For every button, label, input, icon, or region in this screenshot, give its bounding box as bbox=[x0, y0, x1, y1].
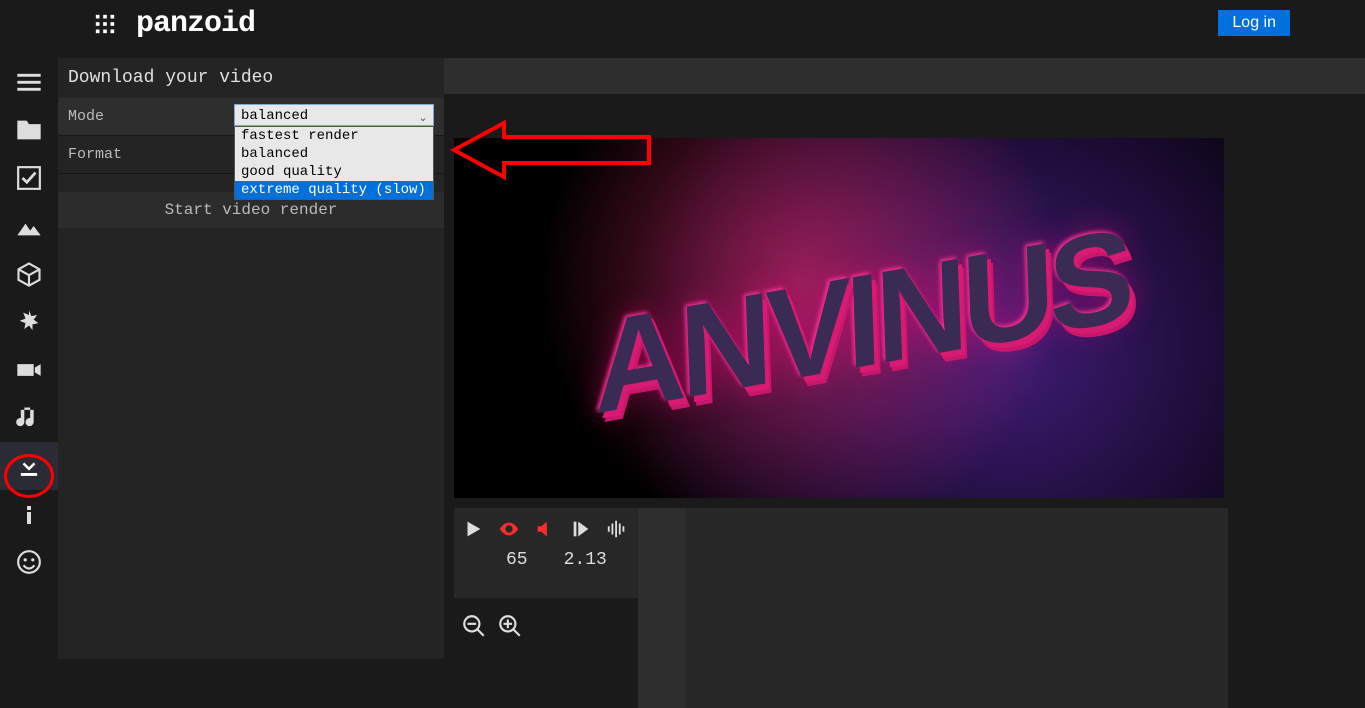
eye-icon[interactable] bbox=[496, 516, 522, 542]
chevron-down-icon: ⌄ bbox=[416, 108, 430, 122]
mode-option-extreme[interactable]: extreme quality (slow) bbox=[235, 181, 433, 199]
mode-select[interactable]: balanced ⌄ bbox=[234, 104, 434, 126]
mode-select-options: fastest render balanced good quality ext… bbox=[234, 126, 434, 200]
apps-grid-icon[interactable] bbox=[90, 9, 120, 39]
preview-viewport: ANVINUS bbox=[454, 138, 1224, 498]
smile-icon[interactable] bbox=[0, 538, 58, 586]
mode-option-fastest[interactable]: fastest render bbox=[235, 127, 433, 145]
preview-header-bar bbox=[444, 58, 1365, 94]
menu-icon[interactable] bbox=[0, 58, 58, 106]
camera-icon[interactable] bbox=[0, 346, 58, 394]
preview-3d-text: ANVINUS bbox=[591, 198, 1131, 444]
zoom-out-icon[interactable] bbox=[460, 612, 488, 640]
timeline[interactable] bbox=[638, 508, 1228, 708]
panel-title: Download your video bbox=[58, 58, 444, 98]
main-area: ANVINUS 65 2.13 bbox=[444, 58, 1365, 659]
preview-render: ANVINUS bbox=[454, 138, 1224, 498]
mode-option-balanced[interactable]: balanced bbox=[235, 145, 433, 163]
top-bar: panzoid Log in bbox=[0, 0, 1365, 48]
cube-icon[interactable] bbox=[0, 250, 58, 298]
mode-label: Mode bbox=[58, 108, 104, 125]
left-toolbar bbox=[0, 58, 58, 659]
mode-select-value: balanced bbox=[241, 108, 308, 124]
play-icon[interactable] bbox=[460, 516, 486, 542]
download-icon[interactable] bbox=[0, 442, 58, 490]
download-panel: Download your video Mode balanced ⌄ fast… bbox=[58, 58, 444, 659]
format-label: Format bbox=[58, 146, 122, 163]
image-icon[interactable] bbox=[0, 202, 58, 250]
step-forward-icon[interactable] bbox=[568, 516, 594, 542]
login-button[interactable]: Log in bbox=[1218, 10, 1290, 36]
timeline-segment-active bbox=[638, 508, 685, 708]
mode-option-good[interactable]: good quality bbox=[235, 163, 433, 181]
music-icon[interactable] bbox=[0, 394, 58, 442]
info-icon[interactable] bbox=[0, 490, 58, 538]
checkbox-icon[interactable] bbox=[0, 154, 58, 202]
timeline-segment-rest bbox=[685, 508, 1228, 708]
logo-text: panzoid bbox=[136, 7, 255, 41]
speaker-icon[interactable] bbox=[532, 516, 558, 542]
waveform-icon[interactable] bbox=[604, 516, 630, 542]
playback-time: 2.13 bbox=[564, 550, 607, 570]
folder-icon[interactable] bbox=[0, 106, 58, 154]
playback-frame: 65 bbox=[506, 550, 528, 570]
mode-row: Mode balanced ⌄ fastest render balanced … bbox=[58, 98, 444, 136]
star-icon[interactable] bbox=[0, 298, 58, 346]
zoom-in-icon[interactable] bbox=[496, 612, 524, 640]
